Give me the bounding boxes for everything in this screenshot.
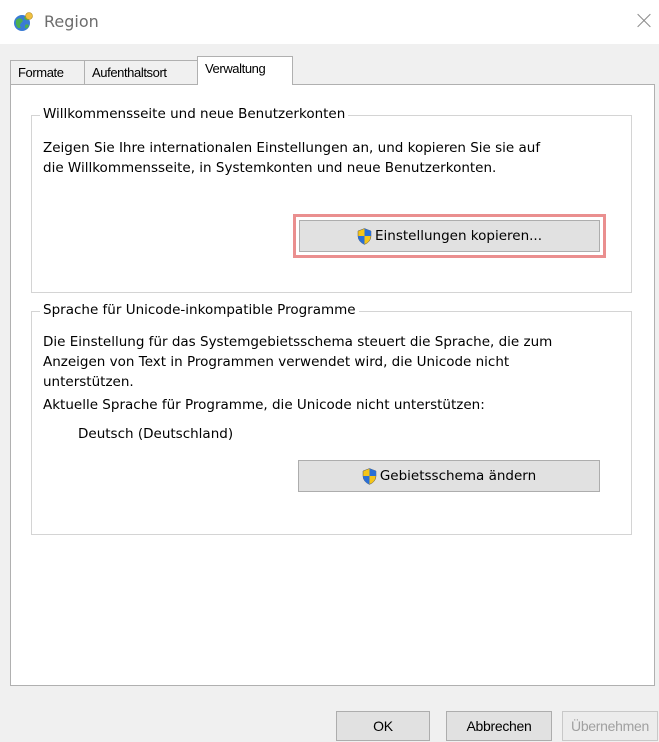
welcome-description-line2: die Willkommensseite, in Systemkonten un…	[43, 160, 497, 176]
title-bar: Region	[0, 0, 659, 44]
welcome-group-legend: Willkommensseite und neue Benutzerkonten	[40, 106, 349, 122]
uac-shield-icon	[357, 227, 372, 245]
uac-shield-icon	[362, 467, 377, 485]
globe-region-icon	[14, 12, 33, 31]
tab-formate[interactable]: Formate	[10, 60, 85, 84]
cancel-button[interactable]: Abbrechen	[446, 711, 552, 741]
copy-settings-button[interactable]: Einstellungen kopieren...	[299, 220, 600, 252]
copy-settings-button-label: Einstellungen kopieren...	[374, 228, 543, 244]
close-icon[interactable]	[629, 6, 659, 36]
welcome-description-line1: Zeigen Sie Ihre internationalen Einstell…	[43, 140, 541, 156]
tab-aufenthaltsort[interactable]: Aufenthaltsort	[84, 60, 198, 84]
window-title: Region	[44, 12, 99, 31]
change-locale-button-label: Gebietsschema ändern	[379, 468, 537, 484]
current-language-value: Deutsch (Deutschland)	[78, 426, 234, 442]
welcome-group: Willkommensseite und neue Benutzerkonten…	[31, 106, 632, 293]
unicode-description-line3: unterstützen.	[43, 374, 134, 390]
tab-panel-verwaltung: Willkommensseite und neue Benutzerkonten…	[10, 84, 655, 686]
unicode-group-legend: Sprache für Unicode-inkompatible Program…	[40, 302, 359, 318]
current-language-label: Aktuelle Sprache für Programme, die Unic…	[43, 397, 485, 413]
ok-button[interactable]: OK	[336, 711, 430, 741]
apply-button[interactable]: Übernehmen	[562, 711, 658, 741]
unicode-description-line2: Anzeigen von Text in Programmen verwende…	[43, 354, 510, 370]
tab-verwaltung[interactable]: Verwaltung	[197, 56, 293, 85]
change-locale-button[interactable]: Gebietsschema ändern	[298, 460, 600, 492]
unicode-description-line1: Die Einstellung für das Systemgebietssch…	[43, 334, 553, 350]
unicode-group: Sprache für Unicode-inkompatible Program…	[31, 302, 632, 535]
region-dialog: Region Formate Aufenthaltsort Verwaltung…	[0, 0, 659, 742]
